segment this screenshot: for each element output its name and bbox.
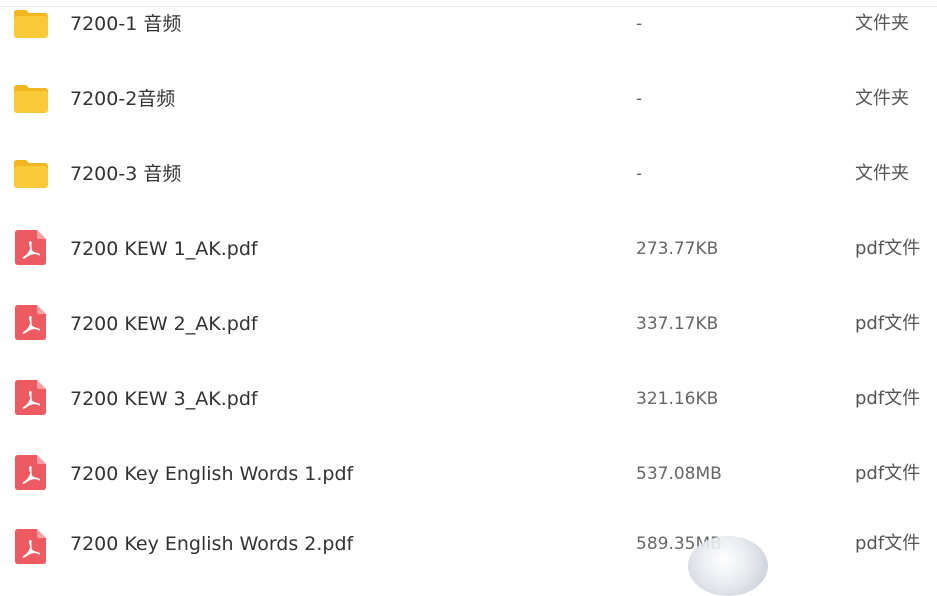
folder-icon	[14, 160, 48, 188]
list-item[interactable]: 7200-2音频 - 文件夹	[0, 69, 937, 129]
folder-icon	[14, 10, 48, 38]
file-type: pdf文件	[855, 388, 921, 409]
pdf-icon	[15, 230, 46, 265]
file-type: pdf文件	[855, 533, 921, 554]
file-name: 7200 Key English Words 2.pdf	[70, 533, 354, 555]
file-size: 321.16KB	[636, 389, 719, 409]
file-type: 文件夹	[855, 13, 909, 34]
file-size: 537.08MB	[636, 464, 722, 484]
list-item[interactable]: 7200 KEW 2_AK.pdf 337.17KB pdf文件	[0, 294, 937, 354]
file-list: 7200-1 音频 - 文件夹 7200-2音频 - 文件夹 7200-3 音频…	[0, 0, 937, 568]
file-type: pdf文件	[855, 463, 921, 484]
file-size: -	[636, 14, 643, 34]
file-type: 文件夹	[855, 88, 909, 109]
file-name: 7200-2音频	[70, 88, 176, 110]
pdf-icon	[15, 305, 46, 340]
file-type: pdf文件	[855, 313, 921, 334]
file-type: 文件夹	[855, 163, 909, 184]
file-name: 7200 KEW 2_AK.pdf	[70, 313, 258, 335]
list-item[interactable]: 7200 Key English Words 1.pdf 537.08MB pd…	[0, 444, 937, 504]
file-size: 273.77KB	[636, 239, 719, 259]
pdf-icon	[15, 455, 46, 490]
file-name: 7200-3 音频	[70, 163, 182, 185]
list-item[interactable]: 7200 KEW 3_AK.pdf 321.16KB pdf文件	[0, 369, 937, 429]
list-item[interactable]: 7200-3 音频 - 文件夹	[0, 144, 937, 204]
file-name: 7200-1 音频	[70, 13, 182, 35]
pdf-icon	[15, 529, 46, 564]
list-item[interactable]: 7200-1 音频 - 文件夹	[0, 0, 937, 54]
file-name: 7200 KEW 3_AK.pdf	[70, 388, 258, 410]
file-name: 7200 KEW 1_AK.pdf	[70, 238, 258, 260]
file-size: 337.17KB	[636, 314, 719, 334]
list-item[interactable]: 7200 Key English Words 2.pdf 589.35MB pd…	[0, 508, 937, 568]
folder-icon	[14, 85, 48, 113]
file-type: pdf文件	[855, 238, 921, 259]
file-size: -	[636, 164, 643, 184]
file-size: -	[636, 89, 643, 109]
floating-ball-overlay[interactable]	[688, 536, 768, 596]
list-item[interactable]: 7200 KEW 1_AK.pdf 273.77KB pdf文件	[0, 219, 937, 279]
file-name: 7200 Key English Words 1.pdf	[70, 463, 354, 485]
pdf-icon	[15, 380, 46, 415]
